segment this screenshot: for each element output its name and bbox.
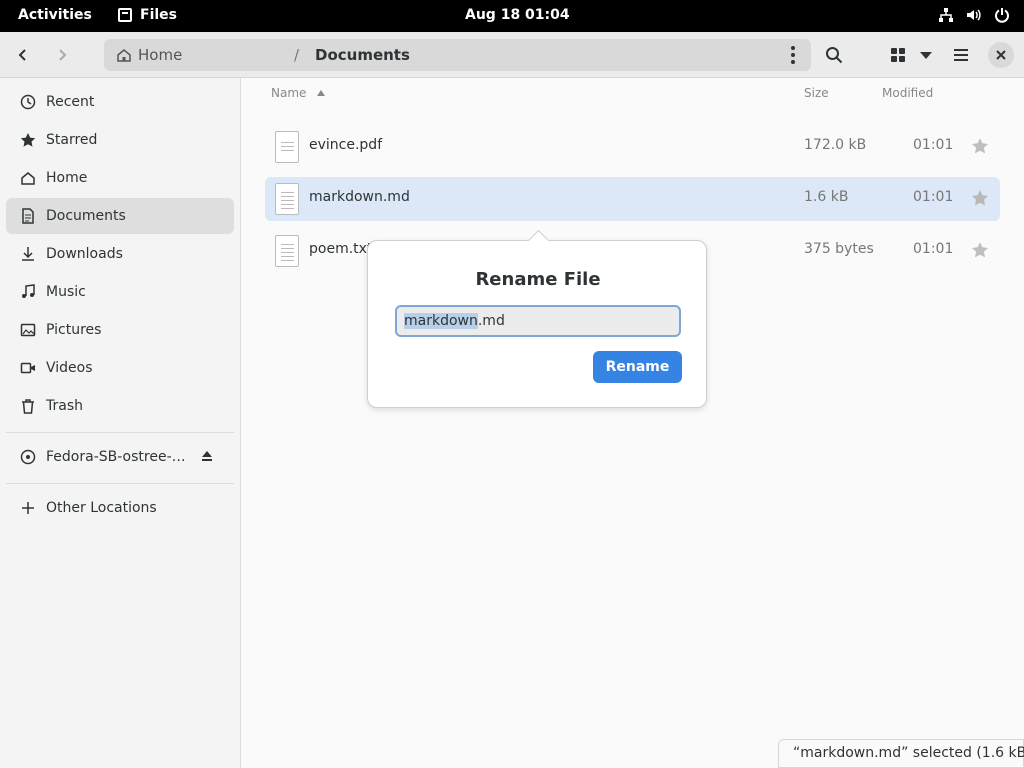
star-icon[interactable] <box>971 137 989 155</box>
clock-icon <box>20 94 36 110</box>
top-bar: Activities Files Aug 18 01:04 <box>0 0 1024 32</box>
file-modified: 01:01 <box>913 137 954 153</box>
rename-input-extension: .md <box>477 313 505 329</box>
folder-menu-icon[interactable] <box>785 45 801 65</box>
file-size: 375 bytes <box>804 241 874 257</box>
sidebar-item-recent[interactable]: Recent <box>6 84 234 120</box>
sidebar-item-home[interactable]: Home <box>6 160 234 196</box>
document-icon <box>20 208 36 224</box>
sidebar: Recent Starred Home Documents Downloads … <box>0 78 241 768</box>
close-button[interactable] <box>988 42 1014 68</box>
chevron-right-icon <box>59 49 67 61</box>
sidebar-item-other-locations[interactable]: Other Locations <box>6 490 234 526</box>
file-row[interactable]: markdown.md 1.6 kB 01:01 <box>265 177 1000 221</box>
breadcrumb-home[interactable]: Home <box>116 46 182 64</box>
text-file-icon <box>275 183 299 215</box>
sidebar-divider <box>6 432 234 433</box>
star-icon[interactable] <box>971 241 989 259</box>
sidebar-item-label: Videos <box>46 360 93 376</box>
main-menu-button[interactable] <box>946 40 976 70</box>
picture-icon <box>20 322 36 338</box>
sidebar-item-pictures[interactable]: Pictures <box>6 312 234 348</box>
music-icon <box>20 284 36 300</box>
sidebar-item-device[interactable]: Fedora-SB-ostree-… <box>6 439 234 475</box>
file-list: Name Size Modified evince.pdf 172.0 kB 0… <box>241 78 1024 768</box>
file-row[interactable]: evince.pdf 172.0 kB 01:01 <box>265 125 1000 169</box>
sidebar-item-label: Recent <box>46 94 95 110</box>
star-icon[interactable] <box>971 189 989 207</box>
power-icon <box>994 7 1010 23</box>
view-grid-button[interactable] <box>883 40 913 70</box>
forward-button[interactable] <box>47 40 77 70</box>
sidebar-item-label: Other Locations <box>46 500 157 516</box>
column-header-modified[interactable]: Modified <box>882 86 933 100</box>
file-modified: 01:01 <box>913 189 954 205</box>
system-tray[interactable] <box>938 7 1010 23</box>
sidebar-item-trash[interactable]: Trash <box>6 388 234 424</box>
volume-icon <box>966 7 982 23</box>
file-size: 1.6 kB <box>804 189 849 205</box>
sidebar-item-label: Home <box>46 170 88 186</box>
activities-button[interactable]: Activities <box>18 7 92 23</box>
file-name: evince.pdf <box>309 137 383 153</box>
clock[interactable]: Aug 18 01:04 <box>465 7 570 23</box>
files-app-icon <box>118 8 132 22</box>
sidebar-item-videos[interactable]: Videos <box>6 350 234 386</box>
breadcrumb-current[interactable]: Documents <box>315 46 410 64</box>
sidebar-item-label: Music <box>46 284 86 300</box>
app-name: Files <box>140 7 177 23</box>
back-button[interactable] <box>8 40 38 70</box>
search-icon <box>826 47 843 64</box>
sidebar-divider <box>6 483 234 484</box>
rename-input[interactable]: markdown.md <box>395 305 681 337</box>
eject-icon[interactable] <box>200 449 214 467</box>
column-header-size[interactable]: Size <box>804 86 829 100</box>
path-bar: Home / Documents <box>104 39 811 71</box>
sort-ascending-icon <box>317 90 326 96</box>
sidebar-item-label: Pictures <box>46 322 102 338</box>
rename-button[interactable]: Rename <box>593 351 682 383</box>
disc-icon <box>20 449 36 465</box>
sidebar-item-label: Downloads <box>46 246 123 262</box>
sidebar-item-downloads[interactable]: Downloads <box>6 236 234 272</box>
text-file-icon <box>275 235 299 267</box>
rename-title: Rename File <box>475 269 601 290</box>
close-icon <box>996 50 1006 60</box>
chevron-left-icon <box>18 49 26 61</box>
file-modified: 01:01 <box>913 241 954 257</box>
plus-icon <box>20 500 36 516</box>
download-icon <box>20 246 36 262</box>
file-name: markdown.md <box>309 189 410 205</box>
triangle-down-icon <box>920 52 932 59</box>
column-header-label: Name <box>271 86 307 100</box>
sidebar-item-label: Fedora-SB-ostree-… <box>46 449 186 465</box>
star-icon <box>20 132 36 148</box>
network-icon <box>938 7 954 23</box>
sidebar-item-label: Starred <box>46 132 98 148</box>
view-options-button[interactable] <box>911 40 941 70</box>
grid-icon <box>891 48 905 62</box>
hamburger-icon <box>954 49 968 61</box>
search-button[interactable] <box>819 40 849 70</box>
pdf-file-icon <box>275 131 299 163</box>
rename-popover: Rename File markdown.md Rename <box>367 240 707 408</box>
header-bar: Home / Documents <box>0 32 1024 78</box>
sidebar-item-starred[interactable]: Starred <box>6 122 234 158</box>
sidebar-item-music[interactable]: Music <box>6 274 234 310</box>
video-icon <box>20 360 36 376</box>
home-icon <box>117 49 131 62</box>
breadcrumb-separator: / <box>294 46 300 64</box>
sidebar-item-label: Trash <box>46 398 83 414</box>
sidebar-item-documents[interactable]: Documents <box>6 198 234 234</box>
sidebar-item-label: Documents <box>46 208 126 224</box>
column-header-name[interactable]: Name <box>271 86 326 100</box>
file-name: poem.txt <box>309 241 373 257</box>
breadcrumb-home-label: Home <box>138 46 183 64</box>
home-icon <box>20 170 36 186</box>
rename-input-selection: markdown <box>404 313 478 329</box>
app-menu[interactable]: Files <box>118 7 177 23</box>
status-bar: “markdown.md” selected (1.6 kB) <box>778 739 1024 768</box>
file-size: 172.0 kB <box>804 137 867 153</box>
trash-icon <box>20 398 36 414</box>
